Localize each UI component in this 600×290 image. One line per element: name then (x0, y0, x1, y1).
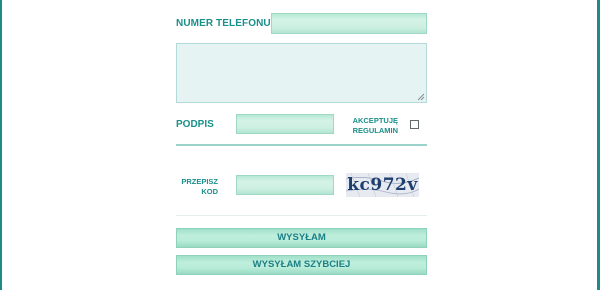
send-button[interactable]: WYSYŁAM (176, 228, 427, 248)
send-fast-button[interactable]: WYSYŁAM SZYBCIEJ (176, 255, 427, 275)
phone-input[interactable] (271, 13, 427, 34)
captcha-label: PRZEPISZ KOD (181, 177, 218, 196)
message-textarea[interactable] (176, 43, 427, 103)
accept-terms-label: AKCEPTUJĘ REGULAMIN (352, 116, 398, 135)
left-border (0, 0, 2, 290)
signature-label: PODPIS (176, 119, 214, 130)
buttons-divider (176, 215, 427, 216)
captcha-code-text: kc972v (347, 175, 418, 195)
resize-grip-icon[interactable] (417, 93, 425, 101)
sms-form-page: NUMER TELEFONU PODPIS AKCEPTUJĘ REGULAMI… (0, 0, 600, 290)
phone-label: NUMER TELEFONU (176, 18, 271, 29)
section-divider (176, 144, 427, 146)
signature-input[interactable] (236, 114, 334, 134)
captcha-input[interactable] (236, 175, 334, 195)
accept-terms-checkbox[interactable] (410, 120, 419, 129)
captcha-image: kc972v (346, 173, 419, 197)
